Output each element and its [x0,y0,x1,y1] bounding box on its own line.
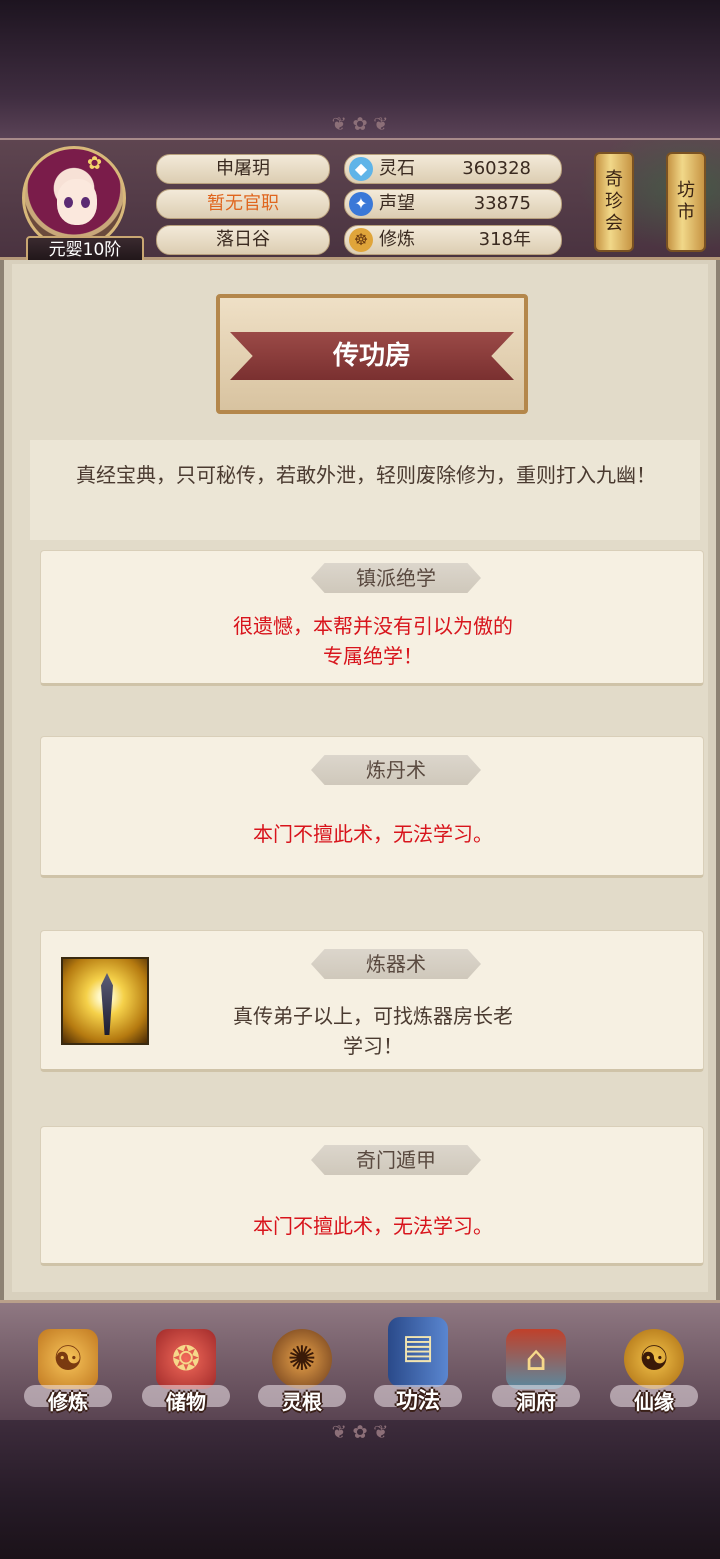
immortal-gourd-icon: ☯ [624,1329,684,1389]
avatar-frame[interactable]: ✿ 元婴10阶 [18,146,144,264]
bottom-ornament-icon: ❦ ✿ ❦ [331,1422,389,1443]
button-char: 市 [677,202,695,223]
nav-label: 功法 [395,1389,440,1414]
stat-spirit-stone: ◆ 灵石 360328 [344,154,562,184]
nav-item-spirit-root[interactable]: ✺ 灵根 [254,1327,350,1421]
button-char: 珍 [605,191,623,212]
reputation-crystal-icon: ✦ [349,192,373,216]
nav-item-cave-mansion[interactable]: ⌂ 洞府 [488,1327,584,1421]
cultivate-monk-icon: ☯ [38,1329,98,1389]
card-text-line: 真传弟子以上，可找炼器房长老 [233,1004,513,1028]
nav-label: 灵根 [282,1390,322,1414]
nav-item-technique[interactable]: ▤ 功法 [370,1317,466,1421]
stat-reputation: ✦ 声望 33875 [344,189,562,219]
player-official-title: 暂无官职 [156,189,330,219]
card-title: 炼器术 [311,949,481,979]
nav-item-cultivate[interactable]: ☯ 修炼 [20,1327,116,1421]
top-ornament-icon: ❦ ✿ ❦ [331,114,389,135]
hairpin-flower-icon: ✿ [87,153,103,174]
spirit-stone-icon: ◆ [349,157,373,181]
treasure-auction-button[interactable]: 奇 珍 会 [594,152,634,252]
card-title: 炼丹术 [311,755,481,785]
avatar-face [57,179,97,225]
bottom-nav: ☯ 修炼 ❂ 储物 ✺ 灵根 ▤ 功法 ⌂ 洞府 ☯ 仙缘 [0,1300,720,1420]
market-button[interactable]: 坊 市 [666,152,706,252]
card-title: 奇门遁甲 [311,1145,481,1175]
player-header: ✿ 元婴10阶 申屠玥 暂无官职 落日谷 ◆ 灵石 360328 ✦ 声望 33… [0,138,720,264]
button-char: 奇 [605,169,623,190]
bottom-background: ❦ ✿ ❦ [0,1420,720,1559]
skill-card[interactable]: 奇门遁甲 本门不擅此术，无法学习。 [40,1126,704,1266]
stat-label: 修炼 [379,229,415,250]
main-panel: 传功房 真经宝典，只可秘传，若敢外泄，轻则废除修为，重则打入九幽！ 镇派绝学 很… [0,260,720,1300]
top-background: ❦ ✿ ❦ [0,0,720,138]
nav-item-storage[interactable]: ❂ 储物 [138,1327,234,1421]
nav-label: 修炼 [48,1390,88,1414]
storage-bag-icon: ❂ [156,1329,216,1389]
stat-label: 灵石 [379,158,415,179]
avatar-eye-icon [81,197,90,208]
stat-value: 360328 [462,158,531,179]
button-char: 会 [605,213,623,234]
card-text-line: 本门不擅此术，无法学习。 [253,1214,493,1238]
skill-card[interactable]: 炼器术 真传弟子以上，可找炼器房长老 学习！ [40,930,704,1072]
meditation-icon: ☸ [349,228,373,252]
main-content[interactable]: 传功房 真经宝典，只可秘传，若敢外泄，轻则废除修为，重则打入九幽！ 镇派绝学 很… [12,264,708,1292]
player-name: 申屠玥 [156,154,330,184]
nav-label: 洞府 [516,1390,556,1414]
spirit-root-icon: ✺ [272,1329,332,1389]
card-text-line: 很遗憾，本帮并没有引以为傲的 [233,614,513,638]
avatar-eye-icon [64,197,73,208]
card-text-line: 专属绝学！ [323,644,423,668]
cave-mansion-icon: ⌂ [506,1329,566,1389]
stat-value: 318年 [478,229,531,250]
technique-book-icon: ▤ [388,1317,448,1387]
page-title: 传功房 [230,332,514,380]
stat-value: 33875 [473,193,531,214]
button-char: 坊 [677,180,695,201]
stat-cultivation-years: ☸ 修炼 318年 [344,225,562,255]
nav-item-immortal-fate[interactable]: ☯ 仙缘 [606,1327,702,1421]
avatar[interactable]: ✿ [22,146,126,250]
nav-label: 储物 [166,1390,206,1414]
card-text-line: 本门不擅此术，无法学习。 [253,822,493,846]
intro-text: 真经宝典，只可秘传，若敢外泄，轻则废除修为，重则打入九幽！ [30,440,700,540]
title-plaque: 传功房 [216,294,528,414]
stat-label: 声望 [379,193,415,214]
nav-label: 仙缘 [634,1390,674,1414]
card-title: 镇派绝学 [311,563,481,593]
card-text-line: 学习！ [343,1034,403,1058]
player-location[interactable]: 落日谷 [156,225,330,255]
skill-card[interactable]: 镇派绝学 很遗憾，本帮并没有引以为傲的 专属绝学！ [40,550,704,686]
skill-card[interactable]: 炼丹术 本门不擅此术，无法学习。 [40,736,704,878]
